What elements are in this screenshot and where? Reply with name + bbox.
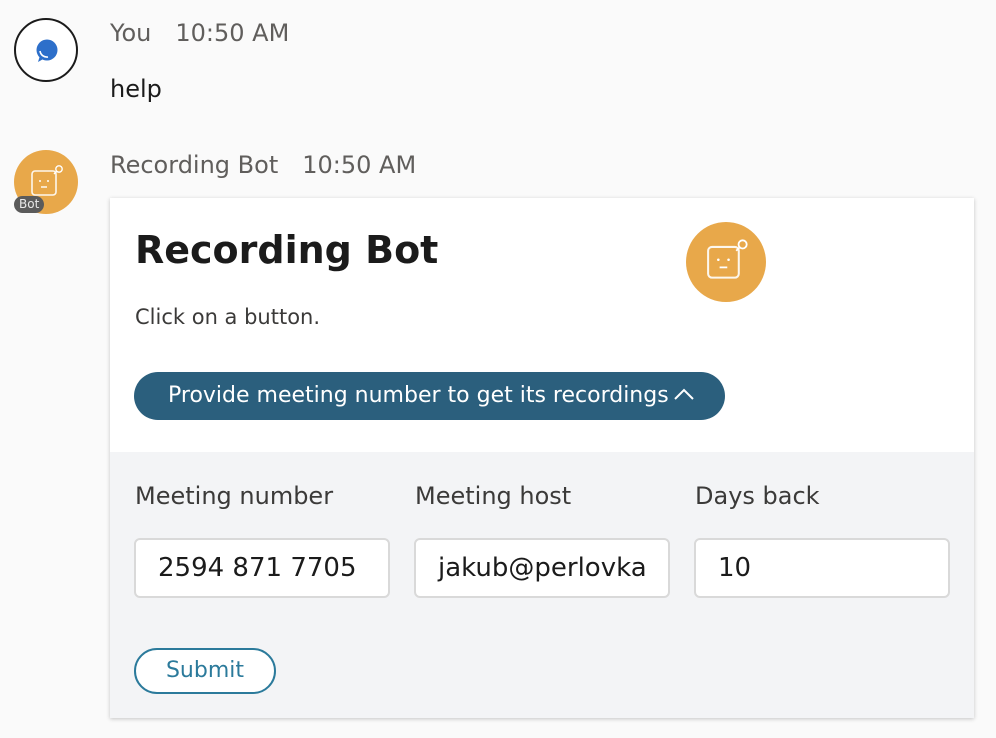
sender-name: You xyxy=(110,19,152,47)
sender-name: Recording Bot xyxy=(110,151,279,179)
timestamp: 10:50 AM xyxy=(175,19,290,47)
message-text: help xyxy=(110,75,162,103)
bot-face-icon xyxy=(31,165,63,196)
show-card-label: Provide meeting number to get its record… xyxy=(168,383,669,408)
days-back-input[interactable]: 10 xyxy=(694,538,950,598)
meeting-host-input[interactable]: jakub@perlovka xyxy=(414,538,670,598)
bot-face-icon xyxy=(707,239,748,279)
card-subtitle: Click on a button. xyxy=(135,305,321,329)
submit-button[interactable]: Submit xyxy=(134,648,276,694)
meeting-number-label: Meeting number xyxy=(135,482,334,510)
user-avatar[interactable] xyxy=(14,18,78,82)
meeting-host-label: Meeting host xyxy=(415,482,572,510)
bot-badge: Bot xyxy=(14,196,45,213)
chat-window: You 10:50 AM help Bot Recording Bot 10:50 … xyxy=(0,0,996,738)
meeting-form: Meeting number Meeting host Days back 25… xyxy=(110,452,974,718)
meeting-number-input[interactable]: 2594 871 7705 xyxy=(134,538,390,598)
card-logo xyxy=(686,222,766,302)
show-card-button[interactable]: Provide meeting number to get its record… xyxy=(134,372,725,420)
message-meta-bot: Recording Bot 10:50 AM xyxy=(110,151,416,179)
chevron-up-icon xyxy=(674,388,694,400)
chat-bubble-icon xyxy=(36,39,58,62)
timestamp: 10:50 AM xyxy=(302,151,417,179)
adaptive-card: Recording Bot Click on a button. Provide… xyxy=(110,198,974,718)
days-back-label: Days back xyxy=(695,482,820,510)
message-meta-user: You 10:50 AM xyxy=(110,19,289,47)
card-title: Recording Bot xyxy=(135,228,439,272)
